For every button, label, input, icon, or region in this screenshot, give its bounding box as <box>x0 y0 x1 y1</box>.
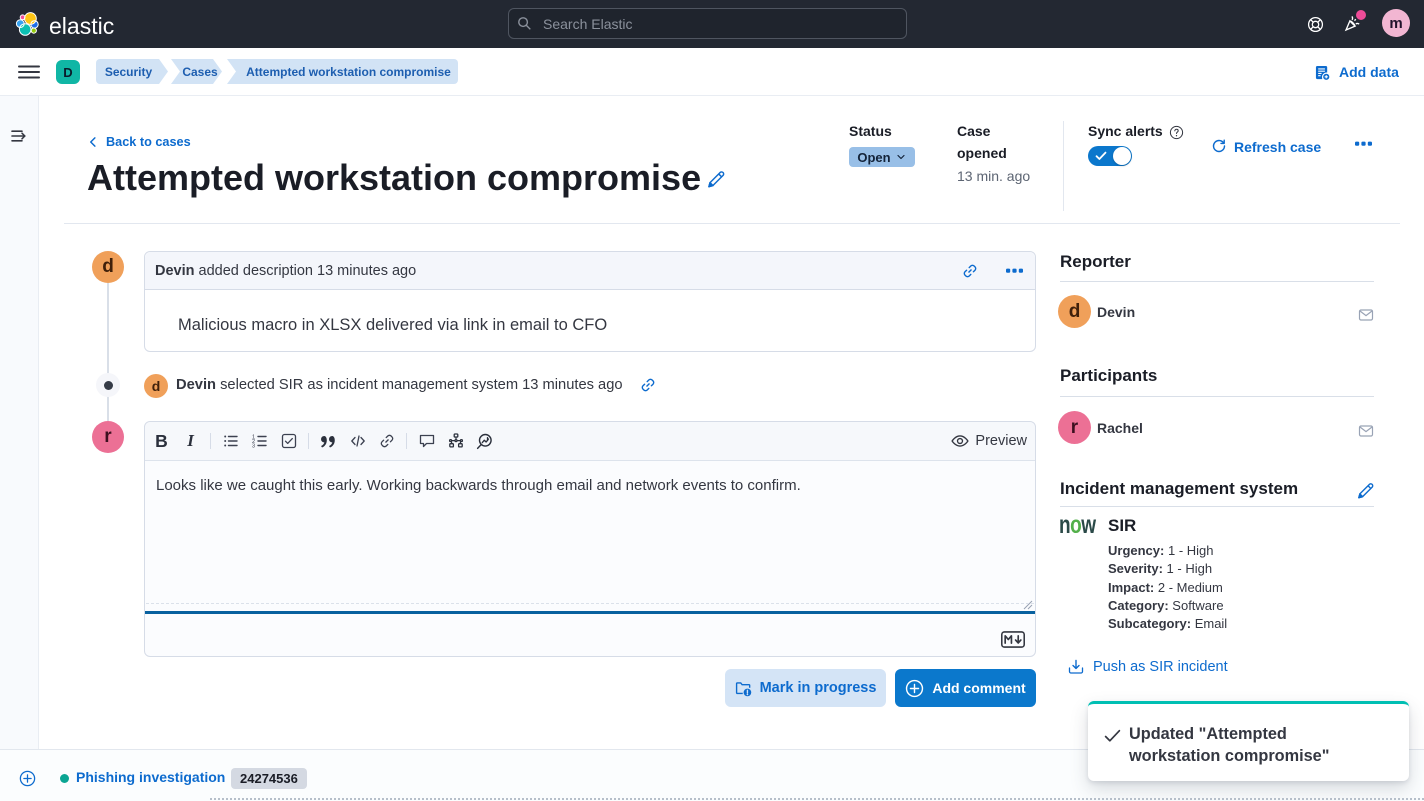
svg-text:3: 3 <box>252 444 255 450</box>
